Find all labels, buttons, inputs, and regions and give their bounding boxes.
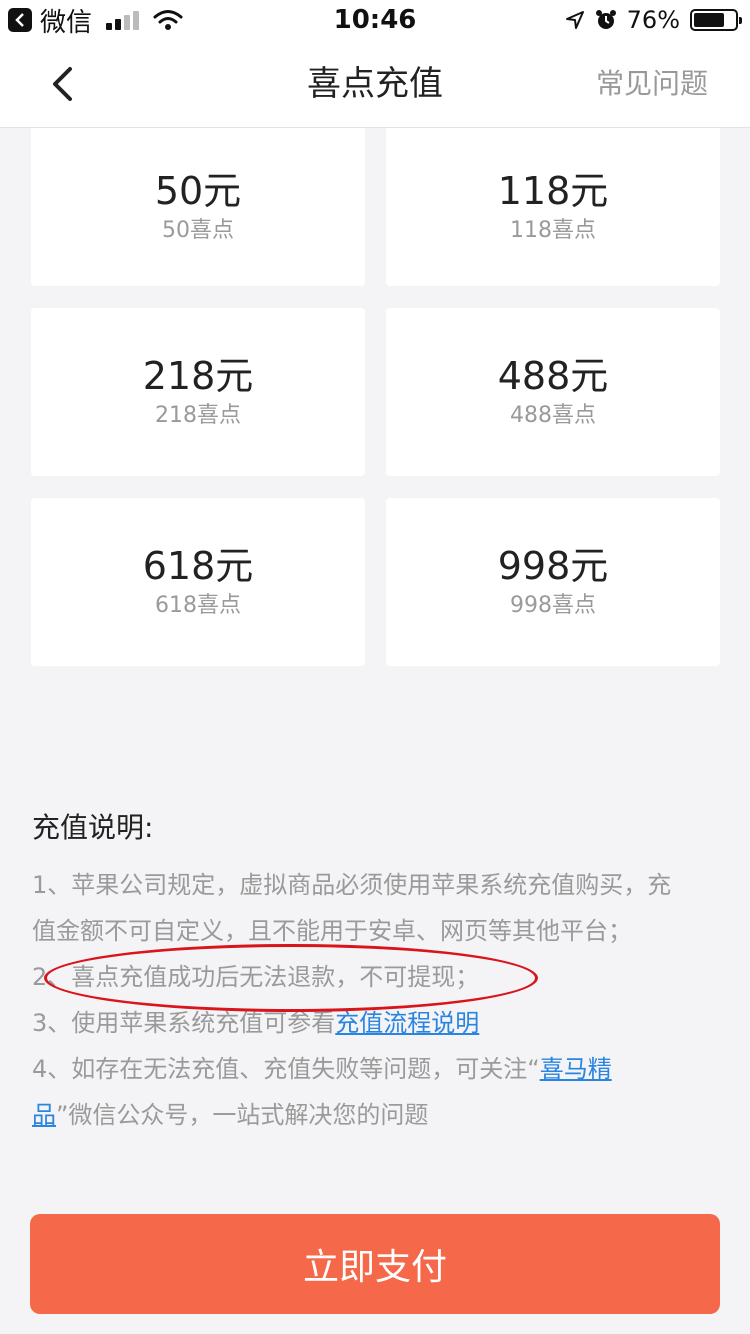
battery-percent: 76% bbox=[626, 6, 680, 34]
status-bar: 微信 10:46 76% bbox=[0, 0, 750, 40]
instruction-line-4-tail: ”微信公众号，一站式解决您的问题 bbox=[56, 1101, 429, 1129]
back-app-name[interactable]: 微信 bbox=[40, 2, 92, 39]
battery-icon bbox=[690, 9, 742, 31]
annotation-ellipse bbox=[44, 944, 538, 1012]
package-price: 618元 bbox=[142, 544, 254, 588]
package-card-488[interactable]: 488元 488喜点 bbox=[386, 308, 720, 476]
recharge-process-link[interactable]: 充值流程说明 bbox=[335, 1009, 479, 1037]
wifi-icon bbox=[153, 10, 183, 30]
package-price: 998元 bbox=[497, 544, 609, 588]
package-points: 218喜点 bbox=[155, 403, 241, 428]
faq-link[interactable]: 常见问题 bbox=[596, 62, 708, 106]
package-price: 50元 bbox=[154, 169, 242, 213]
package-points: 50喜点 bbox=[162, 218, 234, 243]
package-price: 488元 bbox=[497, 354, 609, 398]
package-card-118[interactable]: 118元 118喜点 bbox=[386, 128, 720, 286]
package-points: 118喜点 bbox=[510, 218, 596, 243]
instructions-title: 充值说明: bbox=[32, 811, 154, 844]
package-card-218[interactable]: 218元 218喜点 bbox=[31, 308, 365, 476]
package-price: 118元 bbox=[497, 169, 609, 213]
status-bar-left: 微信 bbox=[8, 2, 183, 39]
location-arrow-icon bbox=[565, 11, 584, 29]
navigation-bar: 喜点充值 常见问题 bbox=[0, 40, 750, 128]
package-price: 218元 bbox=[142, 354, 254, 398]
alarm-clock-icon bbox=[595, 10, 616, 29]
status-bar-right: 76% bbox=[565, 4, 742, 36]
ximalaya-official-account-link-cont[interactable]: 品 bbox=[32, 1101, 56, 1129]
pay-now-button[interactable]: 立即支付 bbox=[30, 1214, 720, 1314]
instruction-line-4-text: 4、如存在无法充值、充值失败等问题，可关注“ bbox=[32, 1055, 540, 1083]
cellular-signal-icon bbox=[106, 10, 140, 30]
ximalaya-official-account-link[interactable]: 喜马精 bbox=[540, 1055, 612, 1083]
package-card-618[interactable]: 618元 618喜点 bbox=[31, 498, 365, 666]
package-points: 618喜点 bbox=[155, 593, 241, 618]
package-card-998[interactable]: 998元 998喜点 bbox=[386, 498, 720, 666]
instruction-line-4: 4、如存在无法充值、充值失败等问题，可关注“喜马精 bbox=[32, 1046, 722, 1092]
back-to-app-icon[interactable] bbox=[8, 8, 32, 32]
instruction-line-4b: 品”微信公众号，一站式解决您的问题 bbox=[32, 1092, 722, 1138]
package-card-50[interactable]: 50元 50喜点 bbox=[31, 128, 365, 286]
package-points: 998喜点 bbox=[510, 593, 596, 618]
package-points: 488喜点 bbox=[510, 403, 596, 428]
instruction-line-1a: 1、苹果公司规定，虚拟商品必须使用苹果系统充值购买，充 bbox=[32, 871, 672, 899]
instruction-line-3-text: 3、使用苹果系统充值可参看 bbox=[32, 1009, 336, 1037]
battery-level bbox=[694, 13, 725, 27]
